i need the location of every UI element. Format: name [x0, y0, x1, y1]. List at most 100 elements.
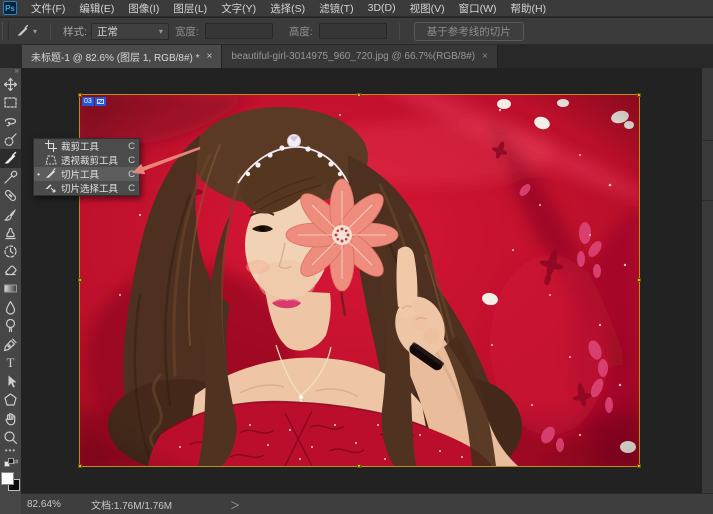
dodge-icon: [3, 318, 18, 333]
slice-handle[interactable]: [78, 278, 82, 282]
dodge-tool-button[interactable]: [0, 316, 21, 335]
panel-dock-edge: [702, 68, 713, 493]
pen-tool-button[interactable]: [0, 335, 21, 354]
menu-image[interactable]: 图像(I): [121, 1, 166, 16]
chevron-down-icon: ▾: [159, 27, 163, 36]
foreground-color-swatch[interactable]: [1, 472, 14, 485]
document-canvas[interactable]: 03: [80, 95, 639, 466]
slice-width-input[interactable]: [205, 23, 273, 39]
menu-item-perspective-crop-tool[interactable]: 透视裁剪工具 C: [34, 153, 139, 167]
marquee-tool-button[interactable]: [0, 93, 21, 112]
toolbar-footer: [0, 493, 21, 514]
menu-item-shortcut: C: [128, 141, 135, 152]
menu-item-label: 切片工具: [61, 167, 124, 181]
menu-window[interactable]: 窗口(W): [452, 1, 504, 16]
document-tab-bar: 未标题-1 @ 82.6% (图层 1, RGB/8#) * × beautif…: [0, 45, 713, 68]
eraser-icon: [3, 262, 18, 277]
path-selection-tool-button[interactable]: [0, 372, 21, 391]
slice-handle[interactable]: [78, 464, 82, 468]
chevron-down-icon: ▾: [33, 27, 37, 36]
clone-stamp-tool-button[interactable]: [0, 223, 21, 242]
status-bar: 82.64% 文档:1.76M/1.76M ＞: [21, 493, 713, 514]
hand-icon: [3, 411, 18, 426]
edit-toolbar-ellipsis-icon[interactable]: •••: [5, 446, 16, 458]
menu-item-slice-tool[interactable]: • 切片工具 C: [34, 167, 139, 181]
collapse-panel-icon[interactable]: »: [0, 68, 21, 75]
quick-selection-tool-button[interactable]: [0, 131, 21, 150]
slice-handle[interactable]: [637, 464, 641, 468]
color-swatches[interactable]: [1, 472, 20, 492]
menu-help[interactable]: 帮助(H): [504, 1, 554, 16]
shape-icon: [3, 392, 18, 407]
hand-tool-button[interactable]: [0, 409, 21, 428]
svg-text:T: T: [7, 355, 15, 370]
menu-type[interactable]: 文字(Y): [214, 1, 263, 16]
menu-filter[interactable]: 滤镜(T): [312, 1, 360, 16]
crop-icon: [45, 140, 57, 152]
eyedropper-icon: [3, 170, 18, 185]
eraser-tool-button[interactable]: [0, 261, 21, 280]
divider: [399, 23, 400, 40]
close-icon[interactable]: ×: [207, 51, 213, 62]
magnifier-icon: [3, 430, 18, 445]
close-icon[interactable]: ×: [482, 51, 488, 62]
status-options-chevron[interactable]: ＞: [230, 497, 240, 512]
zoom-tool-button[interactable]: [0, 428, 21, 447]
menu-item-shortcut: C: [128, 155, 135, 166]
canvas-pasteboard: 03: [21, 68, 713, 493]
slice-number: 03: [82, 97, 94, 106]
document-size-info[interactable]: 文档:1.76M/1.76M: [91, 497, 172, 512]
blur-tool-button[interactable]: [0, 298, 21, 317]
move-tool-button[interactable]: [0, 75, 21, 94]
slice-knife-icon: [45, 168, 57, 180]
menu-item-crop-tool[interactable]: 裁剪工具 C: [34, 139, 139, 153]
gradient-tool-button[interactable]: [0, 279, 21, 298]
zoom-level-field[interactable]: 82.64%: [27, 499, 79, 510]
history-brush-tool-button[interactable]: [0, 242, 21, 261]
type-tool-button[interactable]: T: [0, 354, 21, 373]
slice-tool-button[interactable]: [0, 149, 21, 168]
menu-item-slice-select-tool[interactable]: 切片选择工具 C: [34, 181, 139, 195]
menu-3d[interactable]: 3D(D): [361, 2, 403, 14]
tool-preset-picker[interactable]: ▾: [9, 24, 44, 38]
slice-badge: 03: [82, 97, 106, 106]
slice-handle[interactable]: [637, 93, 641, 97]
menu-file[interactable]: 文件(F): [24, 1, 72, 16]
selected-bullet: •: [36, 170, 41, 179]
brush-tool-button[interactable]: [0, 205, 21, 224]
height-label: 高度:: [289, 24, 313, 39]
healing-brush-tool-button[interactable]: [0, 186, 21, 205]
menu-select[interactable]: 选择(S): [263, 1, 312, 16]
type-icon: T: [3, 355, 18, 370]
width-label: 宽度:: [175, 24, 199, 39]
slice-handle[interactable]: [357, 93, 361, 97]
photoshop-window: Ps 文件(F) 编辑(E) 图像(I) 图层(L) 文字(Y) 选择(S) 滤…: [0, 0, 713, 514]
options-grip[interactable]: [2, 22, 9, 40]
slice-handle[interactable]: [357, 464, 361, 468]
tab-untitled-1[interactable]: 未标题-1 @ 82.6% (图层 1, RGB/8#) * ×: [22, 45, 222, 68]
menu-item-label: 裁剪工具: [61, 139, 124, 153]
menu-edit[interactable]: 编辑(E): [72, 1, 121, 16]
lasso-icon: [3, 114, 18, 129]
menu-item-label: 切片选择工具: [61, 181, 124, 195]
tab-beautiful-girl-jpg[interactable]: beautiful-girl-3014975_960_720.jpg @ 66.…: [222, 45, 498, 68]
tools-panel: » T ••• ⇄: [0, 68, 21, 514]
style-selected-value: 正常: [97, 24, 118, 39]
eyedropper-tool-button[interactable]: [0, 168, 21, 187]
shape-tool-button[interactable]: [0, 391, 21, 410]
tab-label: beautiful-girl-3014975_960_720.jpg @ 66.…: [231, 51, 475, 62]
style-select[interactable]: 正常 ▾: [91, 23, 169, 40]
slice-image-icon: [95, 97, 106, 106]
menu-bar: Ps 文件(F) 编辑(E) 图像(I) 图层(L) 文字(Y) 选择(S) 滤…: [0, 0, 713, 17]
slice-height-input[interactable]: [319, 23, 387, 39]
default-swap-colors-icon[interactable]: ⇄: [4, 458, 18, 469]
menu-layer[interactable]: 图层(L): [166, 1, 214, 16]
lasso-tool-button[interactable]: [0, 112, 21, 131]
photoshop-logo-icon: Ps: [3, 1, 17, 15]
quick-selection-icon: [3, 132, 18, 147]
menu-view[interactable]: 视图(V): [403, 1, 452, 16]
gradient-icon: [3, 281, 18, 296]
slices-from-guides-button[interactable]: 基于参考线的切片: [414, 22, 524, 41]
slice-handle[interactable]: [637, 278, 641, 282]
divider: [50, 23, 51, 40]
